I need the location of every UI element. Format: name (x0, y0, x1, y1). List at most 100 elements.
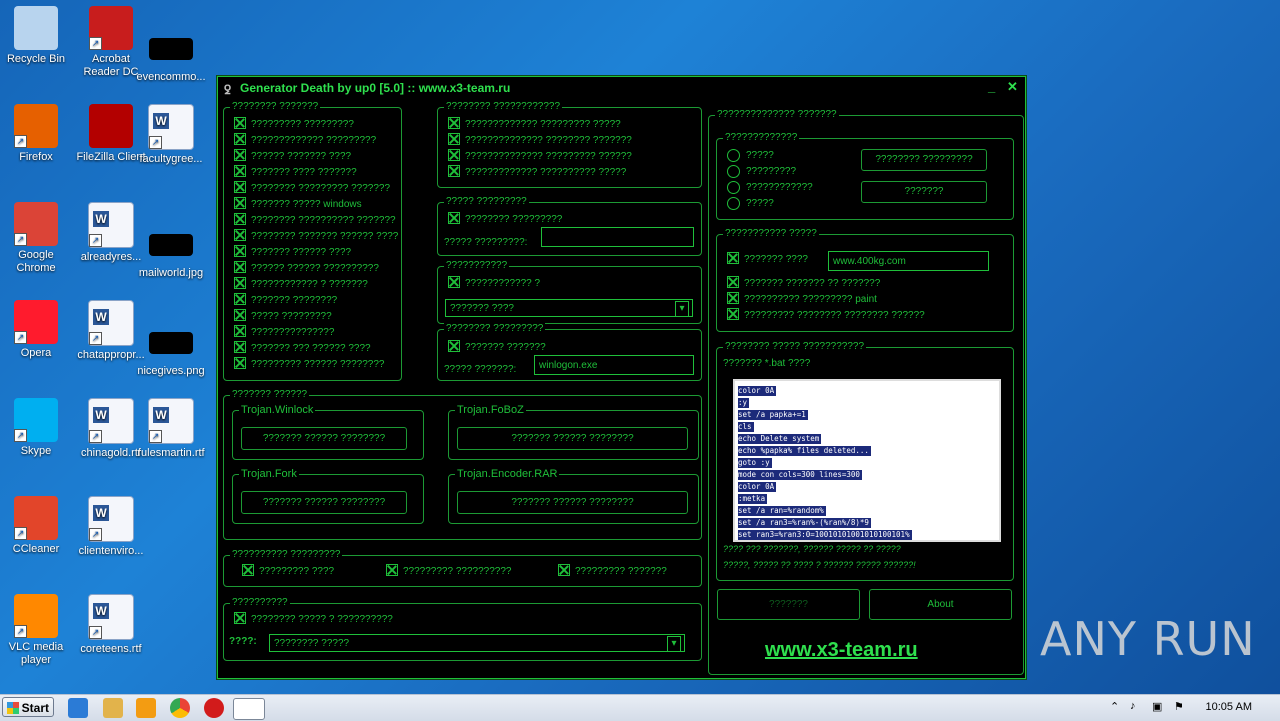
checkbox-label: ??????? ??? ?????? ???? (251, 343, 371, 354)
bat-code-editor[interactable]: color 0A:y set /a papka+=1 cls echo Delete … (733, 379, 1001, 542)
checkbox-item[interactable]: ????????? ?????? ???????? (234, 357, 384, 372)
checkbox-label: ??????? ??????? ?? ??????? (744, 278, 881, 289)
ie-icon[interactable] (68, 698, 88, 718)
trojan-generate-button[interactable]: ??????? ?????? ???????? (241, 491, 407, 514)
checkbox-process[interactable]: ??????? ??????? (448, 340, 546, 355)
checkbox-item[interactable]: ????????? ?????????? (386, 564, 511, 579)
desktop-icon[interactable]: W ↗ clientenviro... (75, 496, 147, 558)
checkbox-item[interactable]: ?????????????? ???????? ??????? (448, 133, 632, 148)
radio-item[interactable]: ???????????? (727, 181, 813, 195)
tray-arrow-icon[interactable]: ⌃ (1110, 700, 1119, 713)
name-input[interactable] (541, 227, 694, 247)
desktop-icon[interactable]: evencommo... (135, 26, 207, 84)
desktop-icon[interactable]: ↗ VLC media player (0, 594, 72, 667)
checkbox-item[interactable]: ???????????? ? ??????? (234, 277, 368, 292)
checkbox-label: ????????????? ????????? ????? (465, 119, 621, 130)
checkbox-item[interactable]: ???????? ????????? ??????? (234, 181, 390, 196)
checkbox-item[interactable]: ????????????? ?????????? ????? (448, 165, 626, 180)
group-mode: ????????????? ??????????????????????????… (716, 132, 1014, 220)
checkbox-autorun[interactable]: ???????????? ? (448, 276, 540, 291)
checkbox-item[interactable]: ???????? ?????????? ??????? (234, 213, 396, 228)
checkbox-item[interactable]: ????????? ??????? (558, 564, 667, 579)
checkbox-item[interactable]: ????????? ????????? (234, 117, 354, 132)
desktop-icon[interactable]: W ↗ coreteens.rtf (75, 594, 147, 656)
close-button[interactable]: ✕ (1007, 79, 1018, 95)
checkbox-item[interactable]: ????????????? ????????? ????? (448, 117, 621, 132)
checkbox-item[interactable]: ??????? ?????? ???? (234, 245, 351, 260)
group-icon: ?????????? ???????? ????? ? ?????????? ?… (223, 597, 702, 661)
checkbox-checked-icon (234, 213, 246, 226)
checkbox-item[interactable]: ?????????? ????????? paint (727, 292, 877, 307)
trojan-generate-button[interactable]: ??????? ?????? ???????? (457, 427, 688, 450)
checkbox-item[interactable]: ??????? ???? ??????? (234, 165, 357, 180)
checkbox-checked-icon (448, 212, 460, 225)
group-title: ?????????? (230, 597, 290, 609)
process-name-input[interactable]: winlogon.exe (534, 355, 694, 375)
opera-taskbar-icon[interactable] (204, 698, 224, 718)
volume-icon[interactable]: ♪ (1130, 700, 1136, 712)
generator-taskbar-icon[interactable] (233, 698, 265, 720)
checkbox-item[interactable]: ?????????????? ????????? ?????? (448, 149, 632, 164)
desktop-icon[interactable]: nicegives.png (135, 320, 207, 378)
radio-item[interactable]: ????? (727, 149, 774, 163)
desktop-icon[interactable]: W ↗ rulesmartin.rtf (135, 398, 207, 460)
shortcut-arrow-icon: ↗ (149, 430, 162, 443)
checkbox-item[interactable]: ????????? ???? (242, 564, 334, 579)
checkbox-label: ???????????? ? ??????? (251, 279, 368, 290)
code-line: echo %papka% files deleted... (738, 446, 871, 456)
checkbox-checked-icon (727, 252, 739, 265)
checkbox-item[interactable]: ??????? ???????? (234, 293, 337, 308)
checkbox-label: ?????? ?????? ?????????? (251, 263, 379, 274)
desktop-icon-label: coreteens.rtf (80, 643, 142, 655)
desktop-icon[interactable]: ↗ Opera (0, 300, 72, 360)
radio-item[interactable]: ????????? (727, 165, 796, 179)
checkbox-item[interactable]: ?????? ??????? ???? (234, 149, 351, 164)
trojan-generate-button[interactable]: ??????? ?????? ???????? (241, 427, 407, 450)
group-title: ????????????? (723, 132, 800, 144)
checkbox-checked-icon (234, 229, 246, 242)
code-line: color 0A (738, 482, 777, 492)
clock[interactable]: 10:05 AM (1206, 701, 1252, 713)
checkbox-checked-icon (234, 181, 246, 194)
desktop-icon[interactable]: ↗ Skype (0, 398, 72, 458)
network-icon[interactable]: ▣ (1152, 700, 1162, 713)
mode-button-1[interactable]: ???????? ????????? (861, 149, 987, 171)
about-button[interactable]: About (869, 589, 1012, 620)
url-input[interactable]: www.400kg.com (828, 251, 989, 271)
radio-item[interactable]: ????? (727, 197, 774, 211)
generate-button[interactable]: ??????? (717, 589, 860, 620)
start-button[interactable]: Start (2, 697, 54, 717)
checkbox-item[interactable]: ??????? ??? ?????? ???? (234, 341, 371, 356)
mode-button-2[interactable]: ??????? (861, 181, 987, 203)
checkbox-item[interactable]: ?????? ?????? ?????????? (234, 261, 379, 276)
checkbox-item[interactable]: ????? ????????? (234, 309, 332, 324)
chrome-taskbar-icon[interactable] (170, 698, 190, 718)
trojan-group: Trojan.Fork ??????? ?????? ???????? (232, 468, 424, 524)
checkbox-item[interactable]: ??????????????? (234, 325, 334, 340)
flag-icon[interactable]: ⚑ (1174, 700, 1184, 713)
autorun-select[interactable]: ??????? ???? (445, 299, 693, 317)
trojan-generate-button[interactable]: ??????? ?????? ???????? (457, 491, 688, 514)
checkbox-item[interactable]: ????????????? ????????? (234, 133, 376, 148)
checkbox-item[interactable]: ??????? ???? (727, 252, 808, 267)
checkbox-item[interactable]: ??????? ????? windows (234, 197, 362, 212)
website-link[interactable]: www.x3-team.ru (765, 639, 918, 662)
checkbox-item[interactable]: ???????? ??????? ?????? ???? (234, 229, 398, 244)
desktop-icon[interactable]: ↗ Firefox (0, 104, 72, 164)
desktop-icon[interactable]: Recycle Bin (0, 6, 72, 66)
desktop-icon[interactable]: ↗ CCleaner (0, 496, 72, 556)
desktop-icon[interactable]: ↗ Google Chrome (0, 202, 72, 275)
title-bar[interactable]: ꝿ Generator Death by up0 [5.0] :: www.x3… (218, 77, 1025, 99)
desktop-icon[interactable]: mailworld.jpg (135, 222, 207, 280)
checkbox-checked-icon (727, 308, 739, 321)
checkbox-icon[interactable]: ???????? ????? ? ?????????? (234, 612, 393, 627)
checkbox-item[interactable]: ??????? ??????? ?? ??????? (727, 276, 881, 291)
checkbox-item[interactable]: ????????? ???????? ???????? ?????? (727, 308, 925, 323)
icon-select[interactable]: ???????? ????? (269, 634, 685, 652)
media-player-icon[interactable] (136, 698, 156, 718)
minimize-button[interactable]: _ (988, 79, 995, 94)
shortcut-arrow-icon: ↗ (14, 233, 27, 246)
explorer-icon[interactable] (103, 698, 123, 718)
desktop-icon[interactable]: W ↗ facultygree... (135, 104, 207, 166)
checkbox-name[interactable]: ???????? ????????? (448, 212, 562, 227)
